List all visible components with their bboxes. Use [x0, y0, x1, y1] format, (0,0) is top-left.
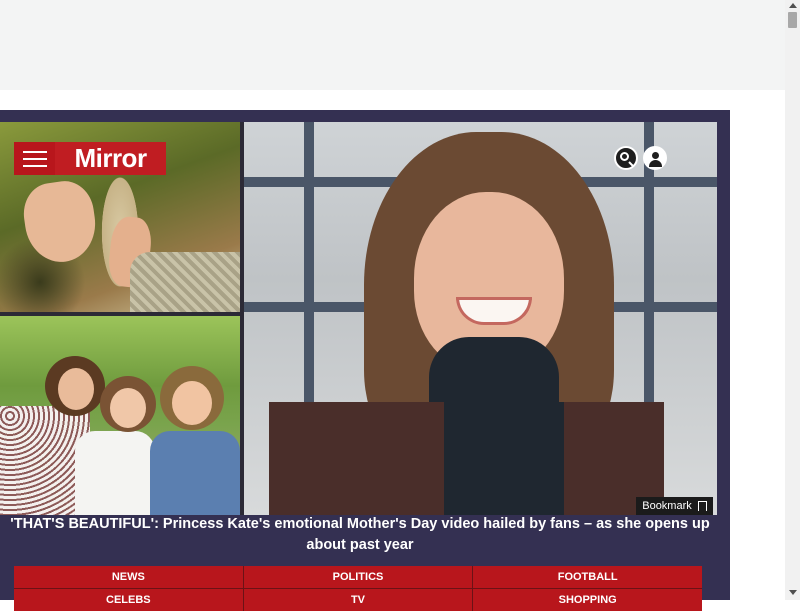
nav-item-shopping[interactable]: SHOPPING: [473, 589, 702, 611]
hamburger-menu-icon: [22, 157, 47, 160]
collage-image-family: [0, 316, 240, 515]
account-icon-body: [649, 160, 662, 167]
hand-shape: [19, 177, 101, 267]
vertical-scrollbar[interactable]: [785, 0, 800, 600]
scroll-up-arrow-icon[interactable]: [789, 3, 797, 8]
menu-button[interactable]: [14, 142, 55, 175]
face-shape: [58, 368, 94, 410]
hamburger-menu-icon: [22, 150, 47, 153]
mirror-logo[interactable]: Mirror: [55, 142, 166, 175]
nav-item-football[interactable]: FOOTBALL: [473, 566, 702, 588]
search-icon-handle: [628, 161, 634, 167]
hero-image-collage[interactable]: Mirror Bookmark: [0, 122, 717, 515]
shirt-shape: [75, 431, 155, 515]
face-shape: [110, 388, 146, 428]
hamburger-menu-icon: [22, 164, 47, 167]
collage-image-portrait: [244, 122, 717, 515]
sleeve-shape: [130, 252, 240, 312]
nav-item-tv[interactable]: TV: [243, 589, 473, 611]
bookmark-label: Bookmark: [642, 500, 692, 512]
scroll-down-arrow-icon[interactable]: [789, 590, 797, 595]
search-icon: [620, 152, 629, 161]
nav-item-celebs[interactable]: CELEBS: [14, 589, 243, 611]
page-gap: [0, 90, 785, 110]
scroll-thumb[interactable]: [788, 12, 797, 28]
top-ad-banner: [0, 0, 785, 90]
bookmark-button[interactable]: Bookmark: [636, 497, 713, 515]
search-button[interactable]: [614, 146, 638, 170]
bookmark-icon: [697, 501, 707, 511]
section-nav: NEWS POLITICS FOOTBALL CELEBS TV SHOPPIN…: [14, 566, 702, 611]
tee-shape: [150, 431, 240, 515]
nav-item-news[interactable]: NEWS: [14, 566, 243, 588]
lead-article-card[interactable]: Mirror Bookmark 'THAT'S BEAUTIFUL': Prin…: [0, 110, 730, 611]
face-shape: [172, 381, 212, 425]
account-button[interactable]: [643, 146, 667, 170]
account-icon: [652, 152, 659, 159]
article-headline[interactable]: 'THAT'S BEAUTIFUL': Princess Kate's emot…: [10, 514, 710, 556]
nav-item-politics[interactable]: POLITICS: [243, 566, 473, 588]
